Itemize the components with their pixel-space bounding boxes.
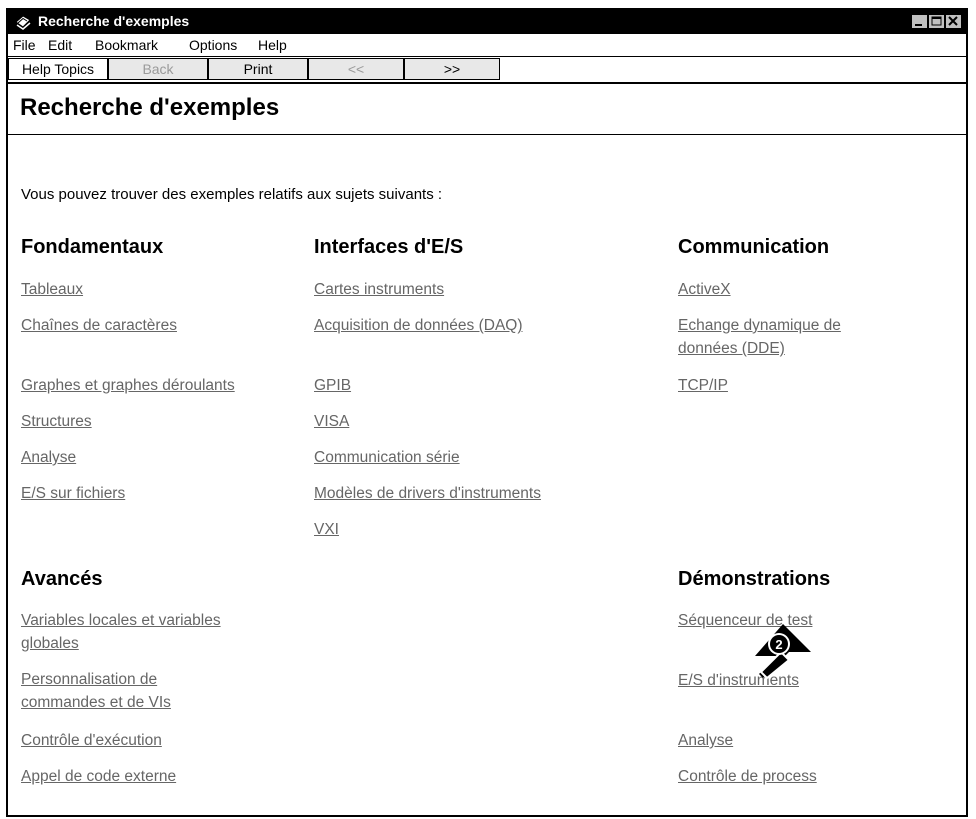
link-tableaux[interactable]: Tableaux [21, 278, 83, 301]
link-demo-analyse[interactable]: Analyse [678, 729, 733, 752]
link-structures[interactable]: Structures [21, 410, 92, 433]
link-controle-process[interactable]: Contrôle de process [678, 765, 817, 788]
next-button[interactable]: >> [404, 58, 500, 80]
content-area: Vous pouvez trouver des exemples relatif… [8, 136, 966, 815]
link-communication-serie[interactable]: Communication série [314, 446, 460, 469]
toolbar: Help Topics Back Print << >> [8, 57, 966, 84]
menu-help[interactable]: Help [258, 37, 287, 53]
link-variables-line1[interactable]: Variables locales et variables [21, 609, 221, 632]
link-es-fichiers[interactable]: E/S sur fichiers [21, 482, 125, 505]
heading-interfaces: Interfaces d'E/S [314, 236, 464, 258]
link-daq[interactable]: Acquisition de données (DAQ) [314, 314, 523, 337]
help-book-icon [15, 15, 31, 30]
link-personnalisation-line1[interactable]: Personnalisation de [21, 668, 157, 691]
link-modeles-drivers[interactable]: Modèles de drivers d'instruments [314, 482, 541, 505]
heading-demonstrations: Démonstrations [678, 568, 831, 590]
help-topics-button[interactable]: Help Topics [8, 58, 108, 80]
link-personnalisation-line2[interactable]: commandes et de VIs [21, 691, 171, 714]
close-icon [948, 16, 958, 26]
menu-edit[interactable]: Edit [48, 37, 72, 53]
back-button[interactable]: Back [108, 58, 208, 80]
minimize-button[interactable] [911, 14, 928, 29]
maximize-icon [931, 16, 942, 26]
menu-bookmark[interactable]: Bookmark [95, 37, 158, 53]
page-title: Recherche d'exemples [20, 94, 280, 121]
link-graphes[interactable]: Graphes et graphes déroulants [21, 374, 235, 397]
step-badge-number: 2 [775, 637, 782, 652]
menu-options[interactable]: Options [189, 37, 237, 53]
step-badge-icon: 2 [755, 624, 811, 680]
link-dde-line1[interactable]: Echange dynamique de [678, 314, 841, 337]
link-variables-line2[interactable]: globales [21, 632, 79, 655]
link-vxi[interactable]: VXI [314, 518, 339, 541]
link-tcpip[interactable]: TCP/IP [678, 374, 728, 397]
print-button[interactable]: Print [208, 58, 308, 80]
title-bar[interactable]: Recherche d'exemples [8, 10, 966, 34]
link-dde-line2[interactable]: données (DDE) [678, 337, 785, 360]
menu-file[interactable]: File [13, 37, 36, 53]
link-gpib[interactable]: GPIB [314, 374, 351, 397]
link-appel-code-externe[interactable]: Appel de code externe [21, 765, 176, 788]
menu-bar: File Edit Bookmark Options Help [8, 34, 966, 57]
minimize-icon [915, 24, 922, 26]
close-button[interactable] [945, 14, 962, 29]
help-window: Recherche d'exemples File Edit Bookmark … [6, 8, 968, 817]
heading-avances: Avancés [21, 568, 103, 590]
previous-button[interactable]: << [308, 58, 404, 80]
heading-communication: Communication [678, 236, 830, 258]
link-visa[interactable]: VISA [314, 410, 349, 433]
page-header: Recherche d'exemples [8, 84, 966, 135]
intro-text: Vous pouvez trouver des exemples relatif… [21, 186, 443, 203]
link-cartes-instruments[interactable]: Cartes instruments [314, 278, 444, 301]
link-activex[interactable]: ActiveX [678, 278, 731, 301]
link-analyse[interactable]: Analyse [21, 446, 76, 469]
link-controle-execution[interactable]: Contrôle d'exécution [21, 729, 162, 752]
window-title: Recherche d'exemples [38, 13, 190, 29]
link-chaines[interactable]: Chaînes de caractères [21, 314, 177, 337]
heading-fondamentaux: Fondamentaux [21, 236, 164, 258]
maximize-button[interactable] [928, 14, 945, 29]
